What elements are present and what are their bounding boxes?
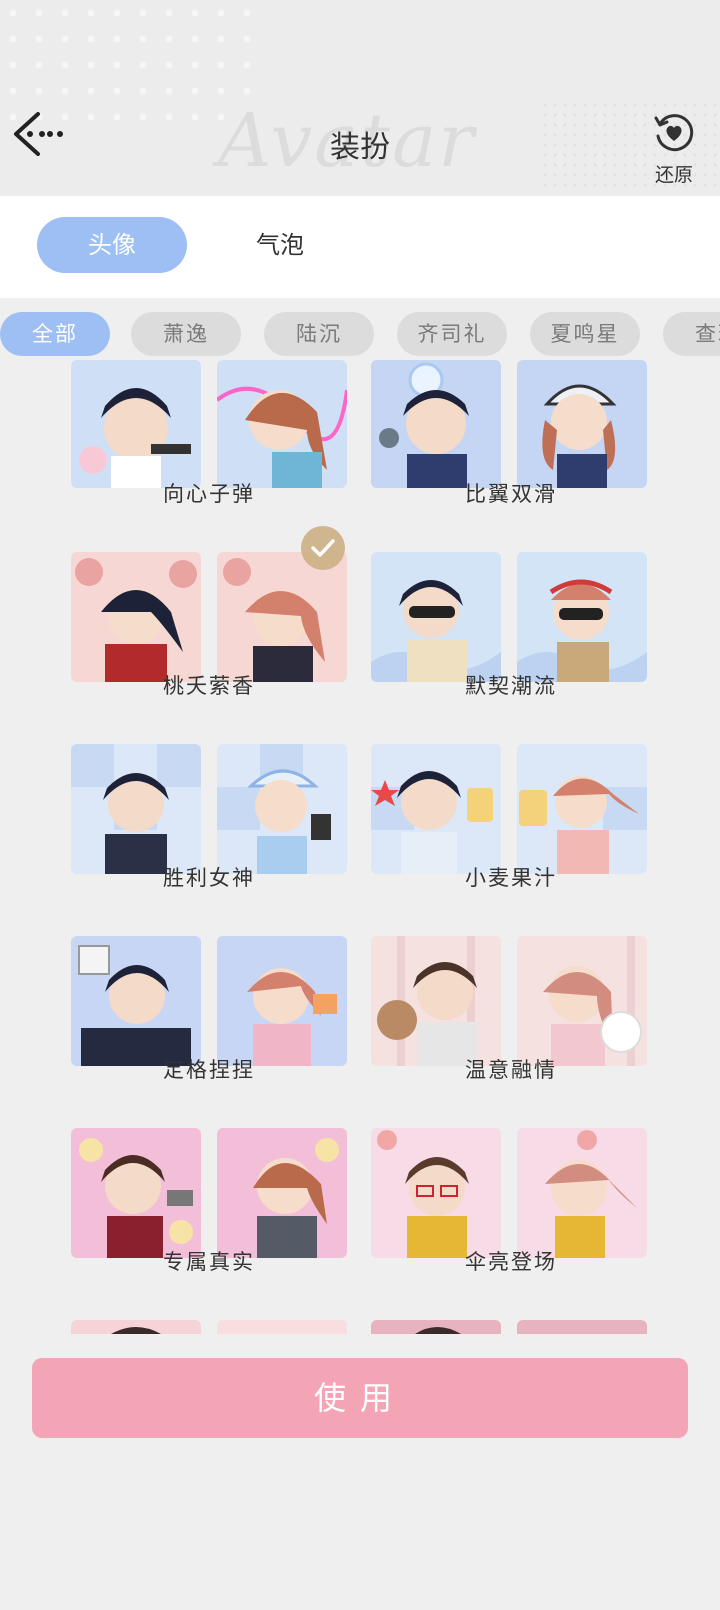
avatar-tile[interactable] <box>517 1320 647 1334</box>
avatar-tile[interactable] <box>217 744 347 874</box>
avatar-tile[interactable] <box>71 1320 201 1334</box>
avatar-tile[interactable] <box>217 1320 347 1334</box>
avatar-set-name: 桃夭萦香 <box>163 674 255 698</box>
check-icon <box>311 539 335 557</box>
filter-chip-qisili[interactable]: 齐司礼 <box>397 312 507 356</box>
avatar-set-name: 向心子弹 <box>163 482 255 506</box>
top-header: Avatar 装扮 还原 <box>0 0 720 196</box>
avatar-set-name: 胜利女神 <box>163 866 255 890</box>
avatar-tile[interactable] <box>371 1320 501 1334</box>
avatar-set-name: 小麦果汁 <box>465 866 557 890</box>
character-filter-bar: 全部 萧逸 陆沉 齐司礼 夏鸣星 查理 <box>0 312 720 358</box>
avatar-tile[interactable] <box>517 744 647 874</box>
restore-label: 还原 <box>654 164 693 186</box>
avatar-tile[interactable] <box>371 936 501 1066</box>
avatar-tile[interactable] <box>217 1128 347 1258</box>
avatar-set-name: 专属真实 <box>163 1250 255 1274</box>
avatar-set-name: 伞亮登场 <box>465 1250 557 1274</box>
tab-bubble[interactable]: 气泡 <box>215 217 345 273</box>
avatar-tile[interactable] <box>71 1128 201 1258</box>
avatar-tile[interactable] <box>517 936 647 1066</box>
tab-bar: 头像 气泡 <box>0 196 720 298</box>
page-title: 装扮 <box>330 130 390 165</box>
avatar-tile[interactable] <box>517 552 647 682</box>
avatar-set-name: 默契潮流 <box>465 674 557 698</box>
filter-chip-xiaoyi[interactable]: 萧逸 <box>131 312 241 356</box>
avatar-tile[interactable] <box>517 1128 647 1258</box>
tab-avatar[interactable]: 头像 <box>37 217 187 273</box>
avatar-set-name: 温意融情 <box>465 1058 557 1082</box>
filter-chip-luchen[interactable]: 陆沉 <box>264 312 374 356</box>
selected-check-badge <box>301 526 345 570</box>
filter-chip-all[interactable]: 全部 <box>0 312 110 356</box>
heart-restore-icon <box>654 114 694 152</box>
avatar-set-name: 比翼双滑 <box>465 482 557 506</box>
avatar-tile[interactable] <box>371 744 501 874</box>
avatar-tile[interactable] <box>217 552 347 682</box>
avatar-tile[interactable] <box>371 552 501 682</box>
avatar-tile[interactable] <box>517 360 647 488</box>
filter-chip-chali[interactable]: 查理 <box>663 312 720 356</box>
avatar-tile[interactable] <box>71 552 201 682</box>
avatar-tile[interactable] <box>217 936 347 1066</box>
avatar-tile[interactable] <box>371 1128 501 1258</box>
avatar-tile[interactable] <box>71 360 201 488</box>
filter-chip-xiamingxing[interactable]: 夏鸣星 <box>530 312 640 356</box>
avatar-set-name: 定格捏捏 <box>163 1058 255 1082</box>
avatar-tile[interactable] <box>217 360 347 488</box>
avatar-tile[interactable] <box>71 744 201 874</box>
avatar-tile[interactable] <box>71 936 201 1066</box>
avatar-tile[interactable] <box>371 360 501 488</box>
avatar-grid: 向心子弹 比翼双滑 桃夭萦香 默契潮流 胜利女神 小麦果汁 定格捏捏 温意融情 … <box>0 360 720 1336</box>
use-button[interactable]: 使用 <box>32 1358 688 1438</box>
restore-button[interactable]: 还原 <box>646 110 702 187</box>
